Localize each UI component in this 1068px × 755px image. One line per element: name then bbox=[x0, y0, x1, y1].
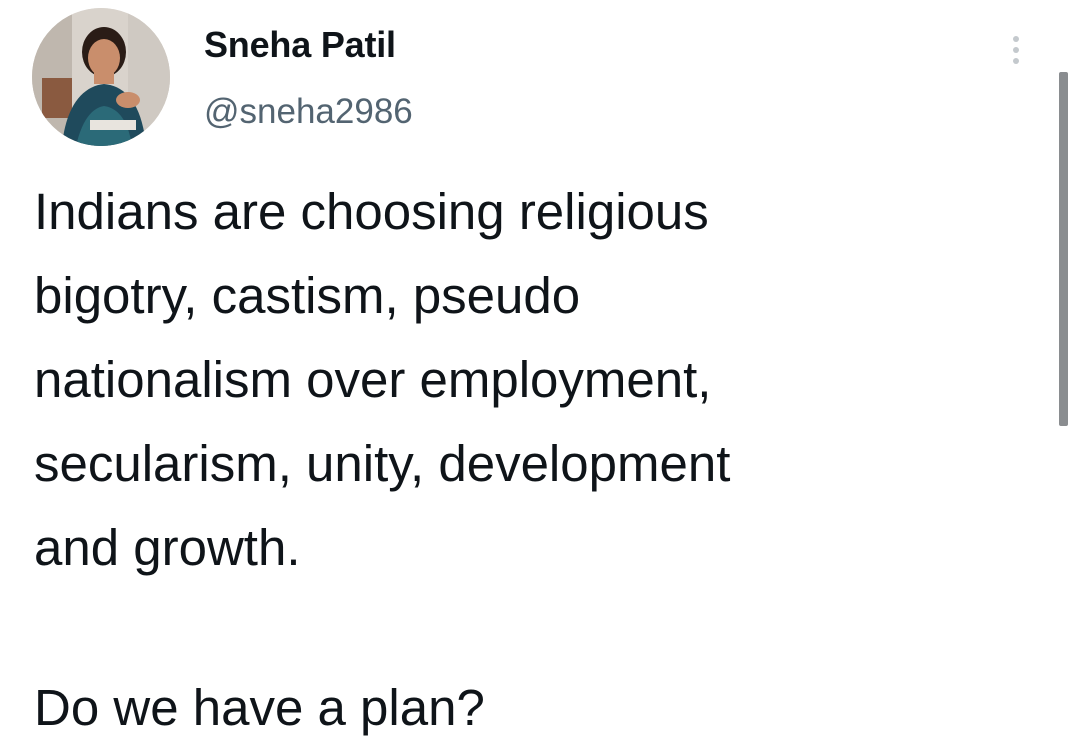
more-vertical-icon-dot bbox=[1013, 47, 1019, 53]
tweet-text-line: nationalism over employment, bbox=[34, 351, 712, 408]
more-vertical-icon-dot bbox=[1013, 58, 1019, 64]
tweet-text: Indians are choosing religious bigotry, … bbox=[34, 170, 1034, 750]
user-handle[interactable]: @sneha2986 bbox=[204, 92, 413, 132]
tweet-text-line: bigotry, castism, pseudo bbox=[34, 267, 581, 324]
display-name[interactable]: Sneha Patil bbox=[204, 24, 396, 66]
tweet-text-line: and growth. bbox=[34, 519, 301, 576]
avatar-photo bbox=[32, 8, 170, 146]
tweet-text-line: Indians are choosing religious bbox=[34, 183, 709, 240]
tweet-text-question: Do we have a plan? bbox=[34, 679, 485, 736]
more-options-button[interactable] bbox=[1000, 28, 1032, 72]
more-vertical-icon bbox=[1013, 36, 1019, 42]
scrollbar[interactable] bbox=[1059, 72, 1068, 426]
avatar[interactable] bbox=[32, 8, 170, 146]
tweet: Sneha Patil @sneha2986 Indians are choos… bbox=[0, 0, 1068, 755]
tweet-text-line: secularism, unity, development bbox=[34, 435, 731, 492]
